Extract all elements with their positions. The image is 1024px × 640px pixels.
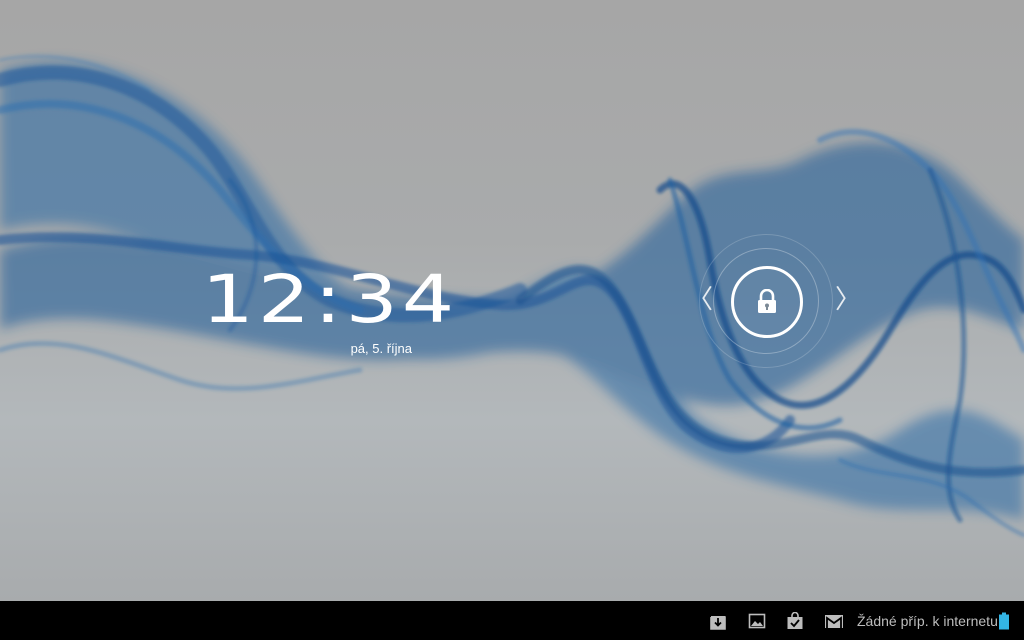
battery-icon[interactable] xyxy=(998,612,1010,630)
lockscreen-clock: 12:34 xyxy=(201,261,458,338)
chevron-left-icon[interactable]: 〈 xyxy=(687,287,713,313)
lockscreen-date: pá, 5. října xyxy=(350,341,412,356)
image-icon[interactable] xyxy=(748,612,766,630)
lock-icon xyxy=(758,289,776,313)
connection-status-text: Žádné příp. k internetu xyxy=(857,613,998,629)
wave-wallpaper-graphic xyxy=(0,54,1024,537)
wallpaper xyxy=(0,0,1024,601)
status-bar: Žádné příp. k internetu xyxy=(0,601,1024,640)
shopping-bag-icon[interactable] xyxy=(786,611,804,630)
chevron-right-icon[interactable]: 〉 xyxy=(835,287,861,313)
download-icon[interactable] xyxy=(709,612,727,630)
lock-screen: 12:34 pá, 5. října 〈 〉 Žádné příp. k int… xyxy=(0,0,1024,640)
unlock-widget[interactable]: 〈 〉 xyxy=(685,232,861,368)
unlock-handle-button[interactable] xyxy=(731,266,803,338)
gmail-icon[interactable] xyxy=(824,612,844,630)
